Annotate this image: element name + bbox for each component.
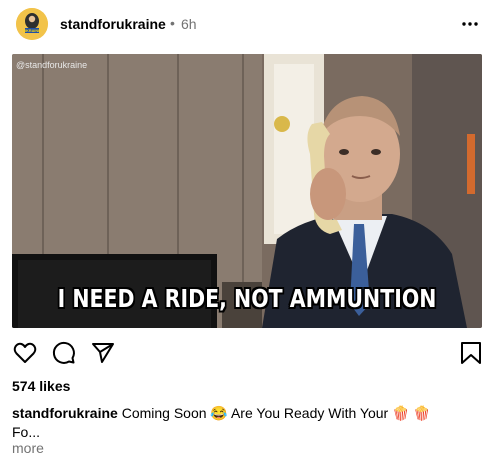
avatar-image: UKRAINE: [16, 8, 48, 40]
heart-icon[interactable]: [12, 340, 38, 366]
image-watermark: @standforukraine: [16, 60, 88, 70]
more-link[interactable]: more: [12, 440, 44, 456]
caption-username[interactable]: standforukraine: [12, 405, 118, 421]
action-bar: [0, 340, 492, 366]
caption-continued: Fo...: [12, 424, 41, 440]
avatar[interactable]: UKRAINE: [16, 8, 48, 40]
post-username[interactable]: standforukraine: [60, 16, 166, 32]
separator-dot: •: [170, 15, 175, 31]
post-caption: standforukraine Coming Soon 😂 Are You Re…: [12, 404, 482, 442]
caption-text: Coming Soon 😂 Are You Ready With Your 🍿 …: [121, 405, 431, 421]
post-header: UKRAINE standforukraine • 6h: [0, 0, 492, 48]
more-options-icon[interactable]: [456, 14, 484, 34]
paper-plane-icon[interactable]: [90, 340, 116, 366]
meme-caption: I NEED A RIDE, NOT AMMUNTION: [57, 284, 437, 313]
post-time[interactable]: 6h: [181, 16, 197, 32]
bookmark-icon[interactable]: [458, 340, 484, 366]
avatar-label: UKRAINE: [23, 29, 41, 33]
comment-icon[interactable]: [51, 340, 77, 366]
post-image[interactable]: @standforukraine I NEED A RIDE, NOT AMMU…: [12, 54, 482, 328]
likes-count[interactable]: 574 likes: [12, 378, 70, 394]
